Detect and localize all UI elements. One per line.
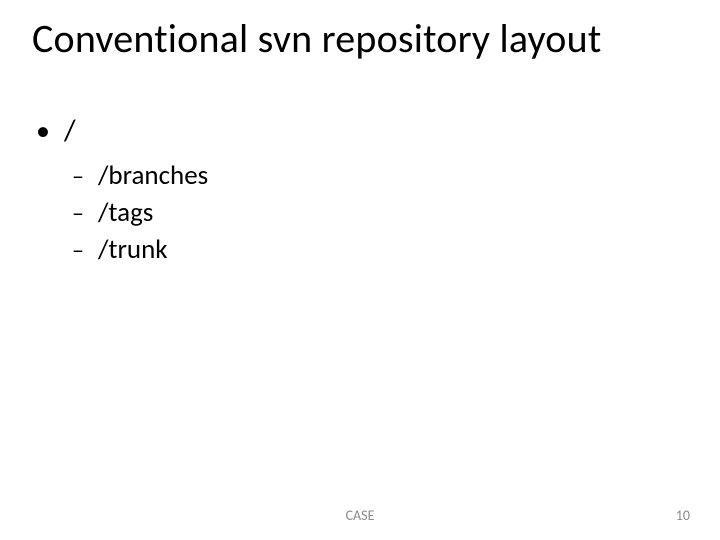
slide-content: • / – /branches – /tags – /trunk xyxy=(36,112,208,270)
list-item-label: /trunk xyxy=(98,233,168,266)
slide-title: Conventional svn repository layout xyxy=(32,14,696,63)
list-item-tags: – /tags xyxy=(72,196,208,229)
bullet-marker-l2: – xyxy=(72,239,98,263)
list-item-label: /branches xyxy=(98,159,208,192)
list-item-branches: – /branches xyxy=(72,159,208,192)
list-item-label: / xyxy=(64,112,76,149)
list-item-trunk: – /trunk xyxy=(72,233,208,266)
page-number: 10 xyxy=(676,507,690,524)
bullet-marker-l1: • xyxy=(36,117,64,145)
bullet-marker-l2: – xyxy=(72,165,98,189)
bullet-marker-l2: – xyxy=(72,202,98,226)
list-item-label: /tags xyxy=(98,196,153,229)
list-item-root: • / xyxy=(36,112,208,149)
footer-center: CASE xyxy=(0,507,720,524)
